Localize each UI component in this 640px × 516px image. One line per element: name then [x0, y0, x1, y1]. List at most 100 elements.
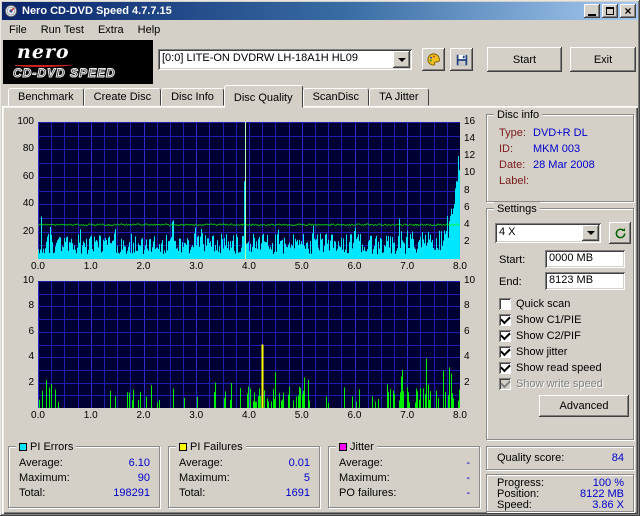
chevron-down-icon — [586, 231, 595, 235]
pi-failures-chart — [38, 281, 460, 408]
checkbox-show-c1-pie[interactable]: Show C1/PIE — [499, 313, 581, 327]
nero-logo-text: nero — [17, 41, 70, 63]
tick-label: 5.0 — [294, 410, 309, 421]
settings-title: Settings — [497, 202, 537, 215]
speed-label: Speed: — [497, 499, 532, 511]
app-window: Nero CD-DVD Speed 4.7.7.15 × File Run Te… — [0, 0, 640, 516]
menu-item-extra[interactable]: Extra — [91, 23, 131, 37]
stat-label: Total: — [19, 487, 46, 499]
menu-item-help[interactable]: Help — [131, 23, 168, 37]
maximize-icon — [606, 7, 614, 15]
tick-label: 0.0 — [31, 261, 45, 272]
tick-label: 8 — [28, 300, 34, 312]
menu-item-run-test[interactable]: Run Test — [34, 23, 91, 37]
stat-label: Maximum: — [179, 472, 230, 484]
checkbox-box — [499, 346, 511, 358]
tick-label: 6.0 — [347, 410, 362, 421]
nero-logo: nero CD-DVD SPEED — [3, 40, 153, 84]
minimize-button[interactable] — [584, 4, 600, 18]
drive-selector[interactable]: [0:0] LITE-ON DVDRW LH-18A1H HL09 — [158, 49, 412, 70]
speed-dropdown-button[interactable] — [582, 225, 599, 241]
checkbox-box — [499, 298, 511, 310]
tick-label: 6 — [28, 325, 34, 337]
checkbox-label: Show write speed — [516, 378, 603, 390]
nero-logo-subtext: CD-DVD SPEED — [13, 66, 116, 81]
end-field-label: End: — [499, 276, 522, 288]
tick-label: 40 — [22, 198, 34, 210]
pi-failures-legend: PI Failures Average: 0.01 Maximum: 5 Total… — [168, 440, 320, 508]
tick-label: 0.0 — [31, 410, 45, 421]
start-button[interactable]: Start — [487, 47, 562, 72]
tab-scandisc[interactable]: ScanDisc — [302, 88, 370, 106]
quality-score-box: Quality score: 84 — [486, 446, 634, 470]
pi-errors-color-swatch — [19, 442, 27, 451]
disc-info-group: Disc info Type: DVD+R DL ID: MKM 003 Date:… — [486, 108, 634, 202]
disc-type-value: DVD+R DL — [533, 127, 588, 139]
palette-icon — [427, 53, 441, 66]
tick-label: 3.0 — [189, 261, 204, 272]
start-field-label: Start: — [499, 254, 526, 266]
tab-disc-info[interactable]: Disc Info — [161, 88, 224, 106]
tab-benchmark[interactable]: Benchmark — [8, 88, 84, 106]
refresh-button[interactable] — [609, 222, 631, 244]
checkbox-show-jitter[interactable]: Show jitter — [499, 345, 567, 359]
tab-strip: Benchmark Create Disc Disc Info Disc Qua… — [8, 85, 429, 108]
tab-disc-quality[interactable]: Disc Quality — [223, 85, 303, 108]
tick-label: 8 — [464, 184, 470, 196]
stat-value: 90 — [137, 472, 150, 484]
tick-label: 4 — [464, 351, 470, 363]
stat-value: 1691 — [285, 487, 310, 499]
drive-selector-value: [0:0] LITE-ON DVDRW LH-18A1H HL09 — [162, 52, 359, 64]
tab-create-disc[interactable]: Create Disc — [83, 88, 162, 106]
checkbox-quick-scan[interactable]: Quick scan — [499, 297, 570, 311]
app-icon — [4, 4, 18, 18]
tick-label: 7.0 — [400, 261, 415, 272]
tick-label: 4.0 — [242, 261, 256, 272]
stat-label: PO failures: — [339, 487, 397, 499]
tick-label: 2 — [28, 376, 34, 388]
tick-label: 100 — [17, 116, 34, 127]
stat-value: 6.10 — [128, 457, 150, 469]
speed-selector[interactable]: 4 X — [495, 223, 601, 243]
checkbox-show-c2-pif[interactable]: Show C2/PIF — [499, 329, 581, 343]
checkbox-label: Show C2/PIF — [516, 330, 581, 342]
quality-score-value: 84 — [611, 452, 624, 464]
tick-label: 60 — [22, 170, 34, 182]
menu-item-file[interactable]: File — [2, 23, 34, 37]
exit-button[interactable]: Exit — [570, 47, 636, 72]
save-button[interactable] — [450, 48, 473, 71]
checkbox-box — [499, 314, 511, 326]
floppy-save-icon — [456, 54, 467, 65]
stat-label: Average: — [179, 457, 223, 469]
maximize-button[interactable] — [602, 4, 618, 18]
tick-label: 6 — [464, 201, 470, 213]
drive-selector-dropdown-button[interactable] — [393, 51, 410, 68]
tick-label: 5.0 — [294, 261, 309, 272]
checkbox-box — [499, 362, 511, 374]
tick-label: 14 — [464, 133, 476, 145]
end-field[interactable]: 8123 MB — [545, 272, 625, 290]
checkbox-box — [499, 330, 511, 342]
pi-errors-legend-title: PI Errors — [30, 440, 74, 453]
tick-label: 2.0 — [136, 261, 151, 272]
stat-label: Average: — [339, 457, 383, 469]
pi-failures-legend-title: PI Failures — [190, 440, 243, 453]
options-button[interactable] — [422, 48, 445, 71]
checkbox-show-read-speed[interactable]: Show read speed — [499, 361, 602, 375]
disc-label-label: Label: — [499, 175, 529, 187]
close-button[interactable]: × — [620, 4, 636, 18]
tick-label: 8.0 — [453, 261, 467, 272]
tick-label: 4 — [28, 351, 34, 363]
tick-label: 8.0 — [453, 410, 467, 421]
tick-label: 4 — [464, 218, 470, 230]
advanced-button[interactable]: Advanced — [539, 395, 629, 417]
minimize-icon — [588, 13, 596, 16]
disc-type-label: Type: — [499, 127, 526, 139]
tick-label: 6 — [464, 325, 470, 337]
jitter-color-swatch — [339, 442, 347, 451]
start-field[interactable]: 0000 MB — [545, 250, 625, 268]
stat-label: Average: — [19, 457, 63, 469]
tick-label: 2.0 — [136, 410, 151, 421]
speed-selector-value: 4 X — [499, 226, 516, 238]
tab-ta-jitter[interactable]: TA Jitter — [369, 88, 429, 106]
